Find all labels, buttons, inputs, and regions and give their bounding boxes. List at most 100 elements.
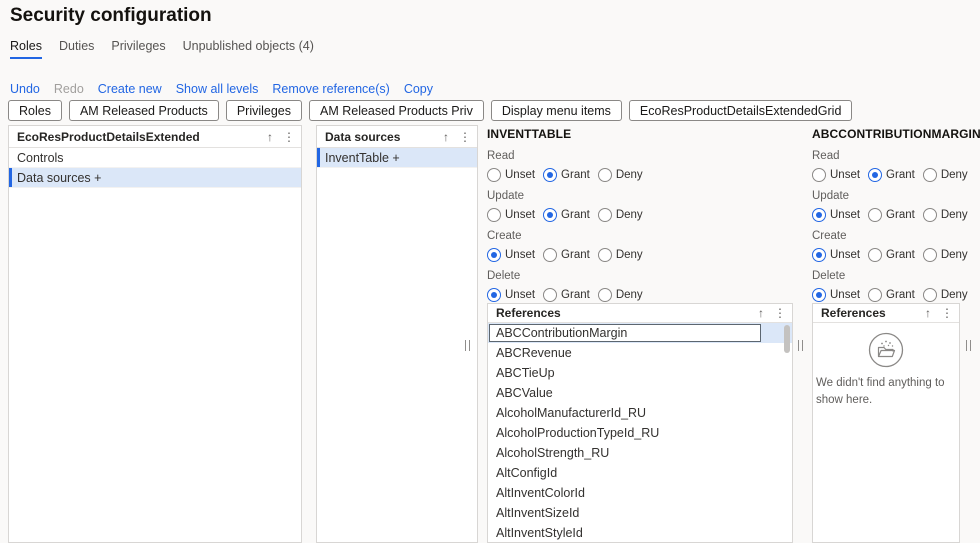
action-remove-reference-s-[interactable]: Remove reference(s): [272, 82, 389, 96]
reference-row[interactable]: AltInventSizeId: [488, 503, 792, 523]
list-item[interactable]: Data sources +: [9, 168, 301, 188]
empty-state-text: We didn't find anything to show here.: [816, 375, 956, 408]
reference-row[interactable]: ABCValue: [488, 383, 792, 403]
radio-unset[interactable]: Unset: [812, 288, 860, 302]
reference-row[interactable]: ABCTieUp: [488, 363, 792, 383]
panel-title: EcoResProductDetailsExtended: [17, 130, 267, 144]
radio-label: Deny: [616, 169, 643, 181]
radio-label: Unset: [505, 249, 535, 261]
splitter-grip[interactable]: [465, 340, 470, 351]
radio-icon: [487, 288, 501, 302]
page-title: Security configuration: [10, 5, 212, 27]
radio-icon: [543, 248, 557, 262]
radio-icon: [868, 168, 882, 182]
radio-unset[interactable]: Unset: [487, 248, 535, 262]
radio-unset[interactable]: Unset: [812, 168, 860, 182]
radio-icon: [487, 248, 501, 262]
reference-row[interactable]: AlcoholStrength_RU: [488, 443, 792, 463]
radio-deny[interactable]: Deny: [923, 168, 968, 182]
radio-unset[interactable]: Unset: [487, 168, 535, 182]
radio-unset[interactable]: Unset: [812, 248, 860, 262]
tab-privileges[interactable]: Privileges: [111, 39, 165, 59]
radio-grant[interactable]: Grant: [543, 208, 590, 222]
radio-grant[interactable]: Grant: [543, 288, 590, 302]
radio-deny[interactable]: Deny: [923, 208, 968, 222]
permission-radio-row: Unset Grant Deny: [487, 207, 794, 223]
radio-unset[interactable]: Unset: [487, 208, 535, 222]
move-up-icon[interactable]: ↑: [758, 307, 764, 319]
tab-roles[interactable]: Roles: [10, 39, 42, 59]
radio-deny[interactable]: Deny: [598, 288, 643, 302]
tab-unpublished-objects-4-[interactable]: Unpublished objects (4): [183, 39, 314, 59]
radio-deny[interactable]: Deny: [923, 288, 968, 302]
radio-label: Grant: [886, 289, 915, 301]
move-up-icon[interactable]: ↑: [443, 131, 449, 143]
reference-row[interactable]: [488, 323, 792, 343]
more-options-icon[interactable]: ⋮: [774, 307, 786, 319]
breadcrumb-button-am-released-products-priv[interactable]: AM Released Products Priv: [309, 100, 484, 121]
move-up-icon[interactable]: ↑: [267, 131, 273, 143]
permission-label: Update: [487, 190, 794, 202]
action-undo[interactable]: Undo: [10, 82, 40, 96]
radio-deny[interactable]: Deny: [598, 248, 643, 262]
more-options-icon[interactable]: ⋮: [941, 307, 953, 319]
radio-icon: [598, 208, 612, 222]
breadcrumb-button-privileges[interactable]: Privileges: [226, 100, 302, 121]
permission-group-read: ReadUnsetGrantDeny: [487, 150, 794, 183]
action-create-new[interactable]: Create new: [98, 82, 162, 96]
breadcrumb-button-ecoresproductdetailsextendedgrid[interactable]: EcoResProductDetailsExtendedGrid: [629, 100, 853, 121]
permission-group-delete: DeleteUnsetGrantDeny: [812, 270, 962, 303]
radio-unset[interactable]: Unset: [812, 208, 860, 222]
tab-duties[interactable]: Duties: [59, 39, 94, 59]
breadcrumb-button-display-menu-items[interactable]: Display menu items: [491, 100, 622, 121]
radio-grant[interactable]: Grant: [868, 168, 915, 182]
section-title: ABCCONTRIBUTIONMARGIN: [812, 127, 962, 141]
radio-label: Unset: [830, 289, 860, 301]
radio-grant[interactable]: Grant: [868, 288, 915, 302]
radio-icon: [598, 168, 612, 182]
reference-row[interactable]: AlcoholProductionTypeId_RU: [488, 423, 792, 443]
more-options-icon[interactable]: ⋮: [459, 131, 471, 143]
reference-row[interactable]: ABCRevenue: [488, 343, 792, 363]
action-show-all-levels[interactable]: Show all levels: [176, 82, 259, 96]
reference-row[interactable]: AlcoholManufacturerId_RU: [488, 403, 792, 423]
radio-grant[interactable]: Grant: [868, 208, 915, 222]
radio-icon: [923, 248, 937, 262]
panel-header: Data sources ↑ ⋮: [317, 126, 477, 148]
radio-icon: [923, 208, 937, 222]
radio-unset[interactable]: Unset: [487, 288, 535, 302]
permission-group-create: CreateUnsetGrantDeny: [487, 230, 794, 263]
move-up-icon[interactable]: ↑: [925, 307, 931, 319]
empty-state-icon: [867, 331, 905, 369]
permission-label: Delete: [812, 270, 962, 282]
inventtable-permissions-section: INVENTTABLE ReadUnsetGrantDenyUpdateUnse…: [487, 125, 794, 310]
reference-edit-input[interactable]: [489, 324, 761, 342]
breadcrumb-button-roles[interactable]: Roles: [8, 100, 62, 121]
reference-row[interactable]: AltInventColorId: [488, 483, 792, 503]
radio-icon: [487, 168, 501, 182]
radio-icon: [868, 248, 882, 262]
more-options-icon[interactable]: ⋮: [283, 131, 295, 143]
radio-deny[interactable]: Deny: [598, 208, 643, 222]
reference-row[interactable]: AltConfigId: [488, 463, 792, 483]
radio-label: Unset: [505, 169, 535, 181]
radio-grant[interactable]: Grant: [543, 248, 590, 262]
list-item[interactable]: Controls: [9, 148, 301, 168]
radio-icon: [923, 288, 937, 302]
radio-label: Unset: [505, 209, 535, 221]
radio-deny[interactable]: Deny: [923, 248, 968, 262]
reference-row[interactable]: AltInventStyleId: [488, 523, 792, 543]
permission-label: Read: [812, 150, 962, 162]
list-item[interactable]: InventTable +: [317, 148, 477, 168]
permission-radio-row: Unset Grant Deny: [487, 287, 794, 303]
splitter-grip[interactable]: [966, 340, 971, 351]
radio-deny[interactable]: Deny: [598, 168, 643, 182]
scrollbar-thumb[interactable]: [784, 325, 790, 353]
radio-label: Grant: [561, 169, 590, 181]
radio-grant[interactable]: Grant: [543, 168, 590, 182]
breadcrumb-button-am-released-products[interactable]: AM Released Products: [69, 100, 219, 121]
radio-grant[interactable]: Grant: [868, 248, 915, 262]
action-copy[interactable]: Copy: [404, 82, 433, 96]
radio-icon: [812, 208, 826, 222]
splitter-grip[interactable]: [798, 340, 803, 351]
